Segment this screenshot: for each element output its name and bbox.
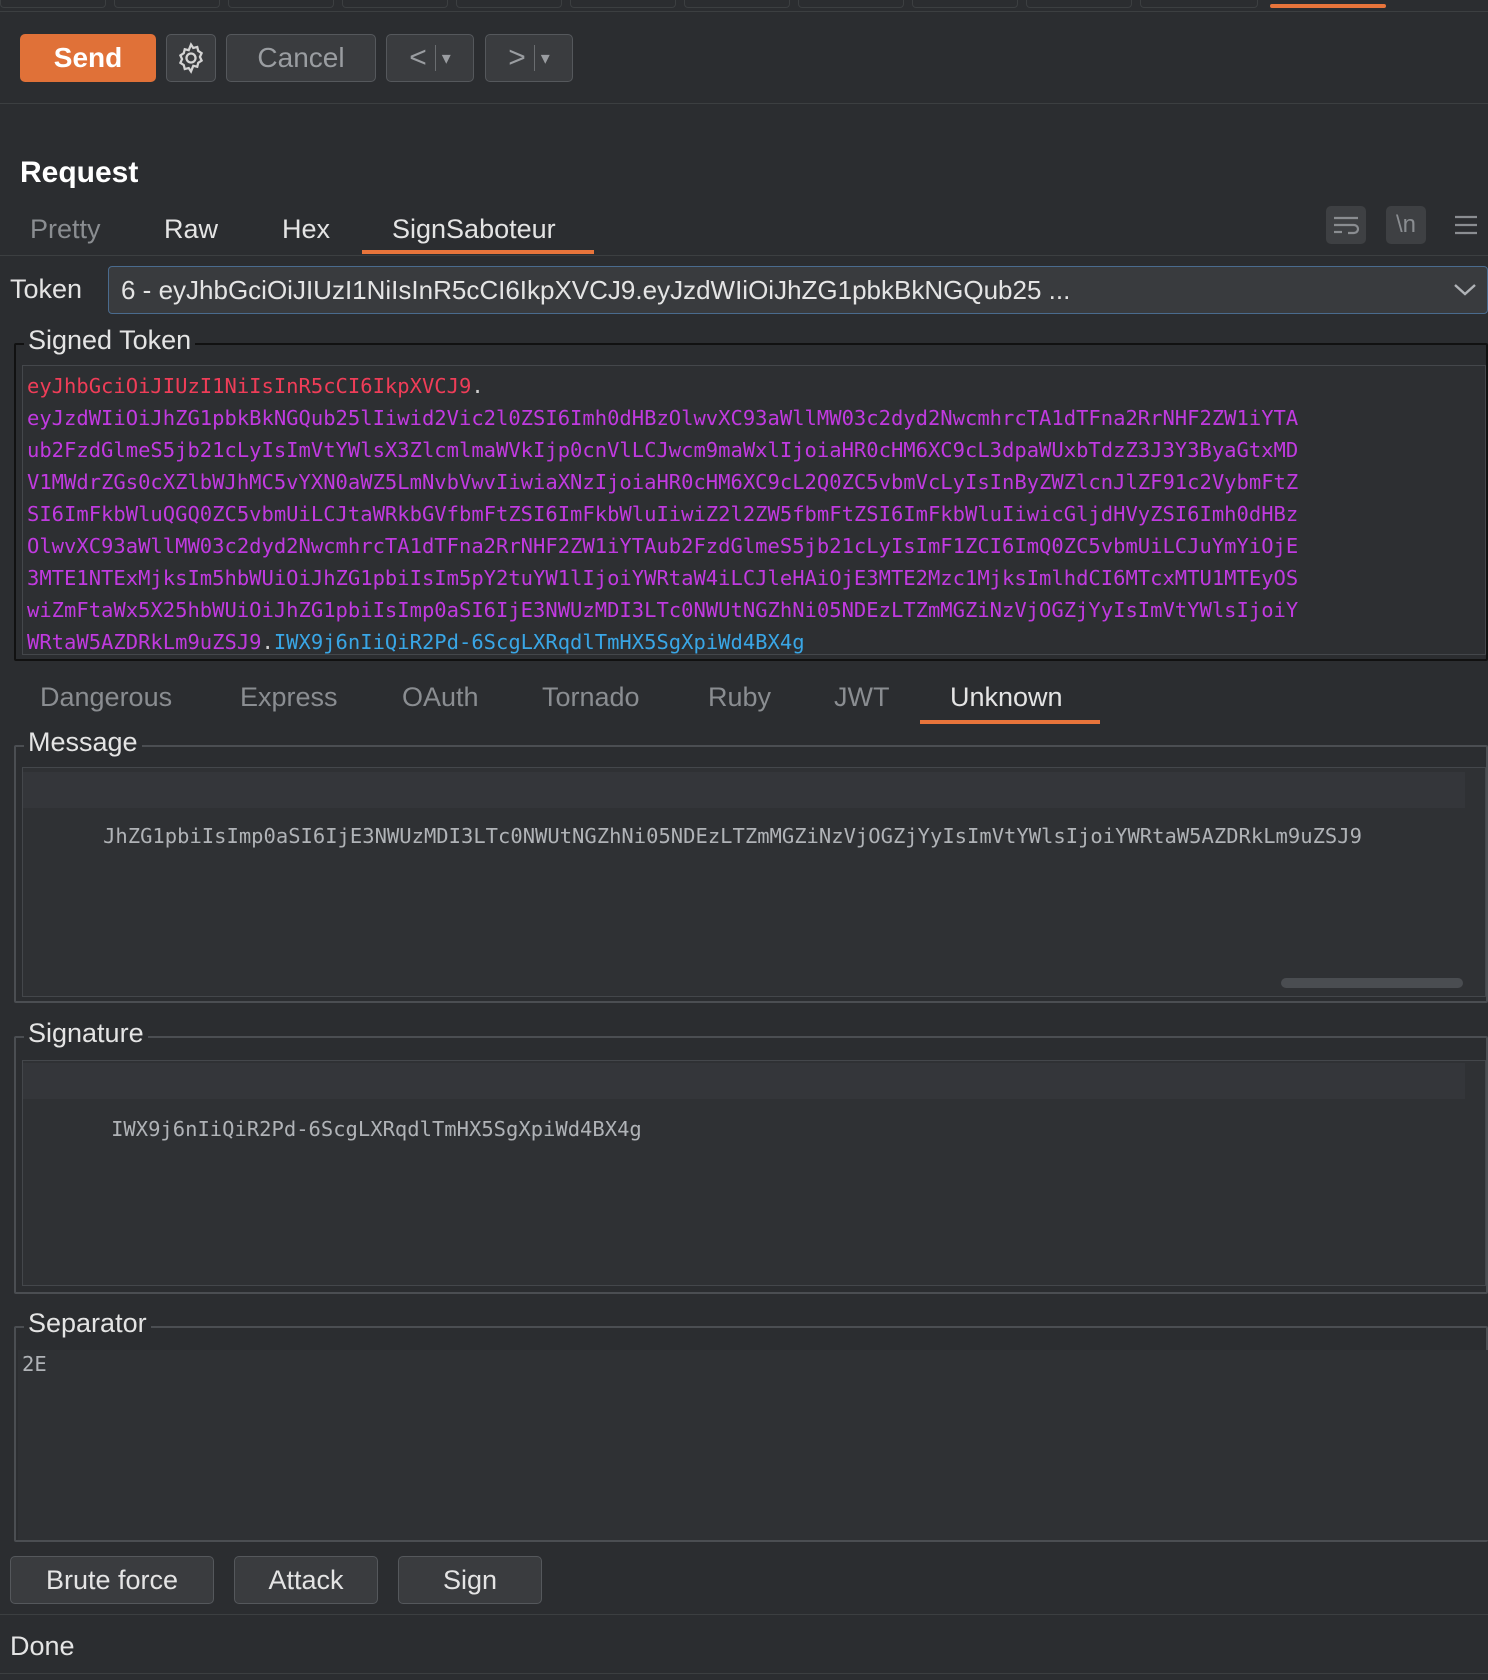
tab-raw[interactable]: Raw <box>164 214 218 245</box>
signed-token-legend: Signed Token <box>24 325 196 356</box>
token-label: Token <box>10 274 83 304</box>
tab-hex[interactable]: Hex <box>282 214 330 245</box>
top-tab[interactable] <box>684 0 790 8</box>
separator-group: Separator 2E <box>14 1308 1488 1542</box>
message-group: Message JhZG1pbiIsImp0aSI6IjE3NWUzMDI3LT… <box>14 727 1488 1003</box>
attack-button[interactable]: Attack <box>234 1556 378 1604</box>
chevron-down-icon <box>1453 273 1477 304</box>
token-header-segment: eyJhbGciOiJIUzI1NiIsInR5cCI6IkpXVCJ9 <box>27 374 472 398</box>
current-line-highlight <box>23 772 1465 808</box>
message-editor[interactable]: JhZG1pbiIsImp0aSI6IjE3NWUzMDI3LTc0NWUtNG… <box>22 767 1486 997</box>
token-payload-line: OlwvXC93aWllMW03c2dyd2NwcmhrcTA1dTFna2Rr… <box>27 534 1299 558</box>
cancel-button[interactable]: Cancel <box>226 34 376 82</box>
tab-signsaboteur[interactable]: SignSaboteur <box>392 214 556 245</box>
top-tab[interactable] <box>1140 0 1258 8</box>
request-toolbar: Send Cancel < ▾ > ▾ <box>0 12 1488 104</box>
separator-value: 2E <box>22 1352 47 1376</box>
tab-pretty[interactable]: Pretty <box>30 214 101 245</box>
separator-editor[interactable]: 2E <box>18 1350 1488 1540</box>
request-title: Request <box>20 156 139 189</box>
horizontal-scrollbar[interactable] <box>1281 978 1463 988</box>
dropdown-arrow-icon[interactable]: ▾ <box>442 48 451 69</box>
settings-button[interactable] <box>166 34 216 82</box>
top-tab[interactable] <box>114 0 220 8</box>
token-payload-line: 3MTE1NTExMjksIm5hbWUiOiJhZG1pbiIsIm5pY2t… <box>27 566 1299 590</box>
back-button[interactable]: < ▾ <box>386 34 474 82</box>
token-selected-value: 6 - eyJhbGciOiJIUzI1NiIsInR5cCI6IkpXVCJ9… <box>121 275 1071 305</box>
token-payload-line: WRtaW5AZDRkLm9uZSJ9 <box>27 630 262 654</box>
signed-token-group: Signed Token eyJhbGciOiJIUzI1NiIsInR5cCI… <box>14 325 1488 661</box>
forward-button[interactable]: > ▾ <box>485 34 573 82</box>
active-tab-indicator <box>362 250 594 254</box>
request-view-tabs: Pretty Raw Hex SignSaboteur \n <box>0 206 1488 256</box>
top-tab[interactable] <box>342 0 448 8</box>
token-payload-line: wiZmFtaWx5X25hbWUiOiJhZG1pbiIsImp0aSI6Ij… <box>27 598 1299 622</box>
tab-oauth[interactable]: OAuth <box>402 682 479 713</box>
top-tab[interactable] <box>456 0 562 8</box>
active-signer-tab-indicator <box>920 720 1100 724</box>
status-text: Done <box>10 1631 75 1661</box>
token-dot: . <box>471 374 484 398</box>
message-legend: Message <box>24 727 142 758</box>
tab-express[interactable]: Express <box>240 682 338 713</box>
token-payload-line: ub2FzdGlmeS5jb21cLyIsImVtYWlsX3ZlcmlmaWV… <box>27 438 1299 462</box>
active-top-tab-indicator <box>1270 4 1386 8</box>
token-payload-line: SI6ImFkbWluQGQ0ZC5vbmUiLCJtaWRkbGVfbmFtZ… <box>27 502 1299 526</box>
signature-legend: Signature <box>24 1018 148 1049</box>
token-dot: . <box>261 630 274 654</box>
chevron-left-icon: < <box>409 41 427 74</box>
newline-icon[interactable]: \n <box>1386 206 1426 244</box>
current-line-highlight <box>23 1063 1465 1099</box>
token-payload-line: eyJzdWIiOiJhZG1pbkBkNGQub25lIiwid2Vic2l0… <box>27 406 1299 430</box>
message-value: JhZG1pbiIsImp0aSI6IjE3NWUzMDI3LTc0NWUtNG… <box>103 824 1362 848</box>
tab-ruby[interactable]: Ruby <box>708 682 771 713</box>
top-tab-strip <box>0 0 1488 12</box>
menu-icon[interactable] <box>1446 206 1486 244</box>
sign-button[interactable]: Sign <box>398 1556 542 1604</box>
signer-type-tabs: Dangerous Express OAuth Tornado Ruby JWT… <box>0 676 1488 726</box>
tab-tornado[interactable]: Tornado <box>542 682 640 713</box>
top-tab[interactable] <box>570 0 676 8</box>
tab-unknown[interactable]: Unknown <box>950 682 1063 713</box>
chevron-right-icon: > <box>508 41 526 74</box>
button-divider <box>533 45 535 71</box>
signature-editor[interactable]: IWX9j6nIiQiR2Pd-6ScgLXRqdlTmHX5SgXpiWd4B… <box>22 1060 1486 1286</box>
dropdown-arrow-icon[interactable]: ▾ <box>541 48 550 69</box>
gear-icon <box>178 42 204 74</box>
token-select[interactable]: 6 - eyJhbGciOiJIUzI1NiIsInR5cCI6IkpXVCJ9… <box>108 266 1488 314</box>
token-signature-segment: IWX9j6nIiQiR2Pd-6ScgLXRqdlTmHX5SgXpiWd4B… <box>273 630 805 654</box>
signature-value: IWX9j6nIiQiR2Pd-6ScgLXRqdlTmHX5SgXpiWd4B… <box>111 1117 642 1141</box>
top-tab[interactable] <box>0 0 106 8</box>
button-divider <box>434 45 436 71</box>
sign-saboteur-panel: Send Cancel < ▾ > ▾ Request Pretty Raw H… <box>0 0 1488 1680</box>
signature-group: Signature IWX9j6nIiQiR2Pd-6ScgLXRqdlTmHX… <box>14 1018 1488 1294</box>
send-button[interactable]: Send <box>20 34 156 82</box>
signed-token-editor[interactable]: eyJhbGciOiJIUzI1NiIsInR5cCI6IkpXVCJ9. ey… <box>22 365 1486 655</box>
tab-jwt[interactable]: JWT <box>834 682 889 713</box>
wrap-icon[interactable] <box>1326 206 1366 244</box>
brute-force-button[interactable]: Brute force <box>10 1556 214 1604</box>
status-bar: Done <box>0 1614 1488 1674</box>
top-tab[interactable] <box>798 0 904 8</box>
token-payload-line: V1MWdrZGs0cXZlbWJhMC5vYXN0aWZ5LmNvbVwvIi… <box>27 470 1299 494</box>
separator-legend: Separator <box>24 1308 151 1339</box>
top-tab[interactable] <box>912 0 1018 8</box>
top-tab[interactable] <box>1026 0 1132 8</box>
top-tab[interactable] <box>228 0 334 8</box>
tab-dangerous[interactable]: Dangerous <box>40 682 172 713</box>
